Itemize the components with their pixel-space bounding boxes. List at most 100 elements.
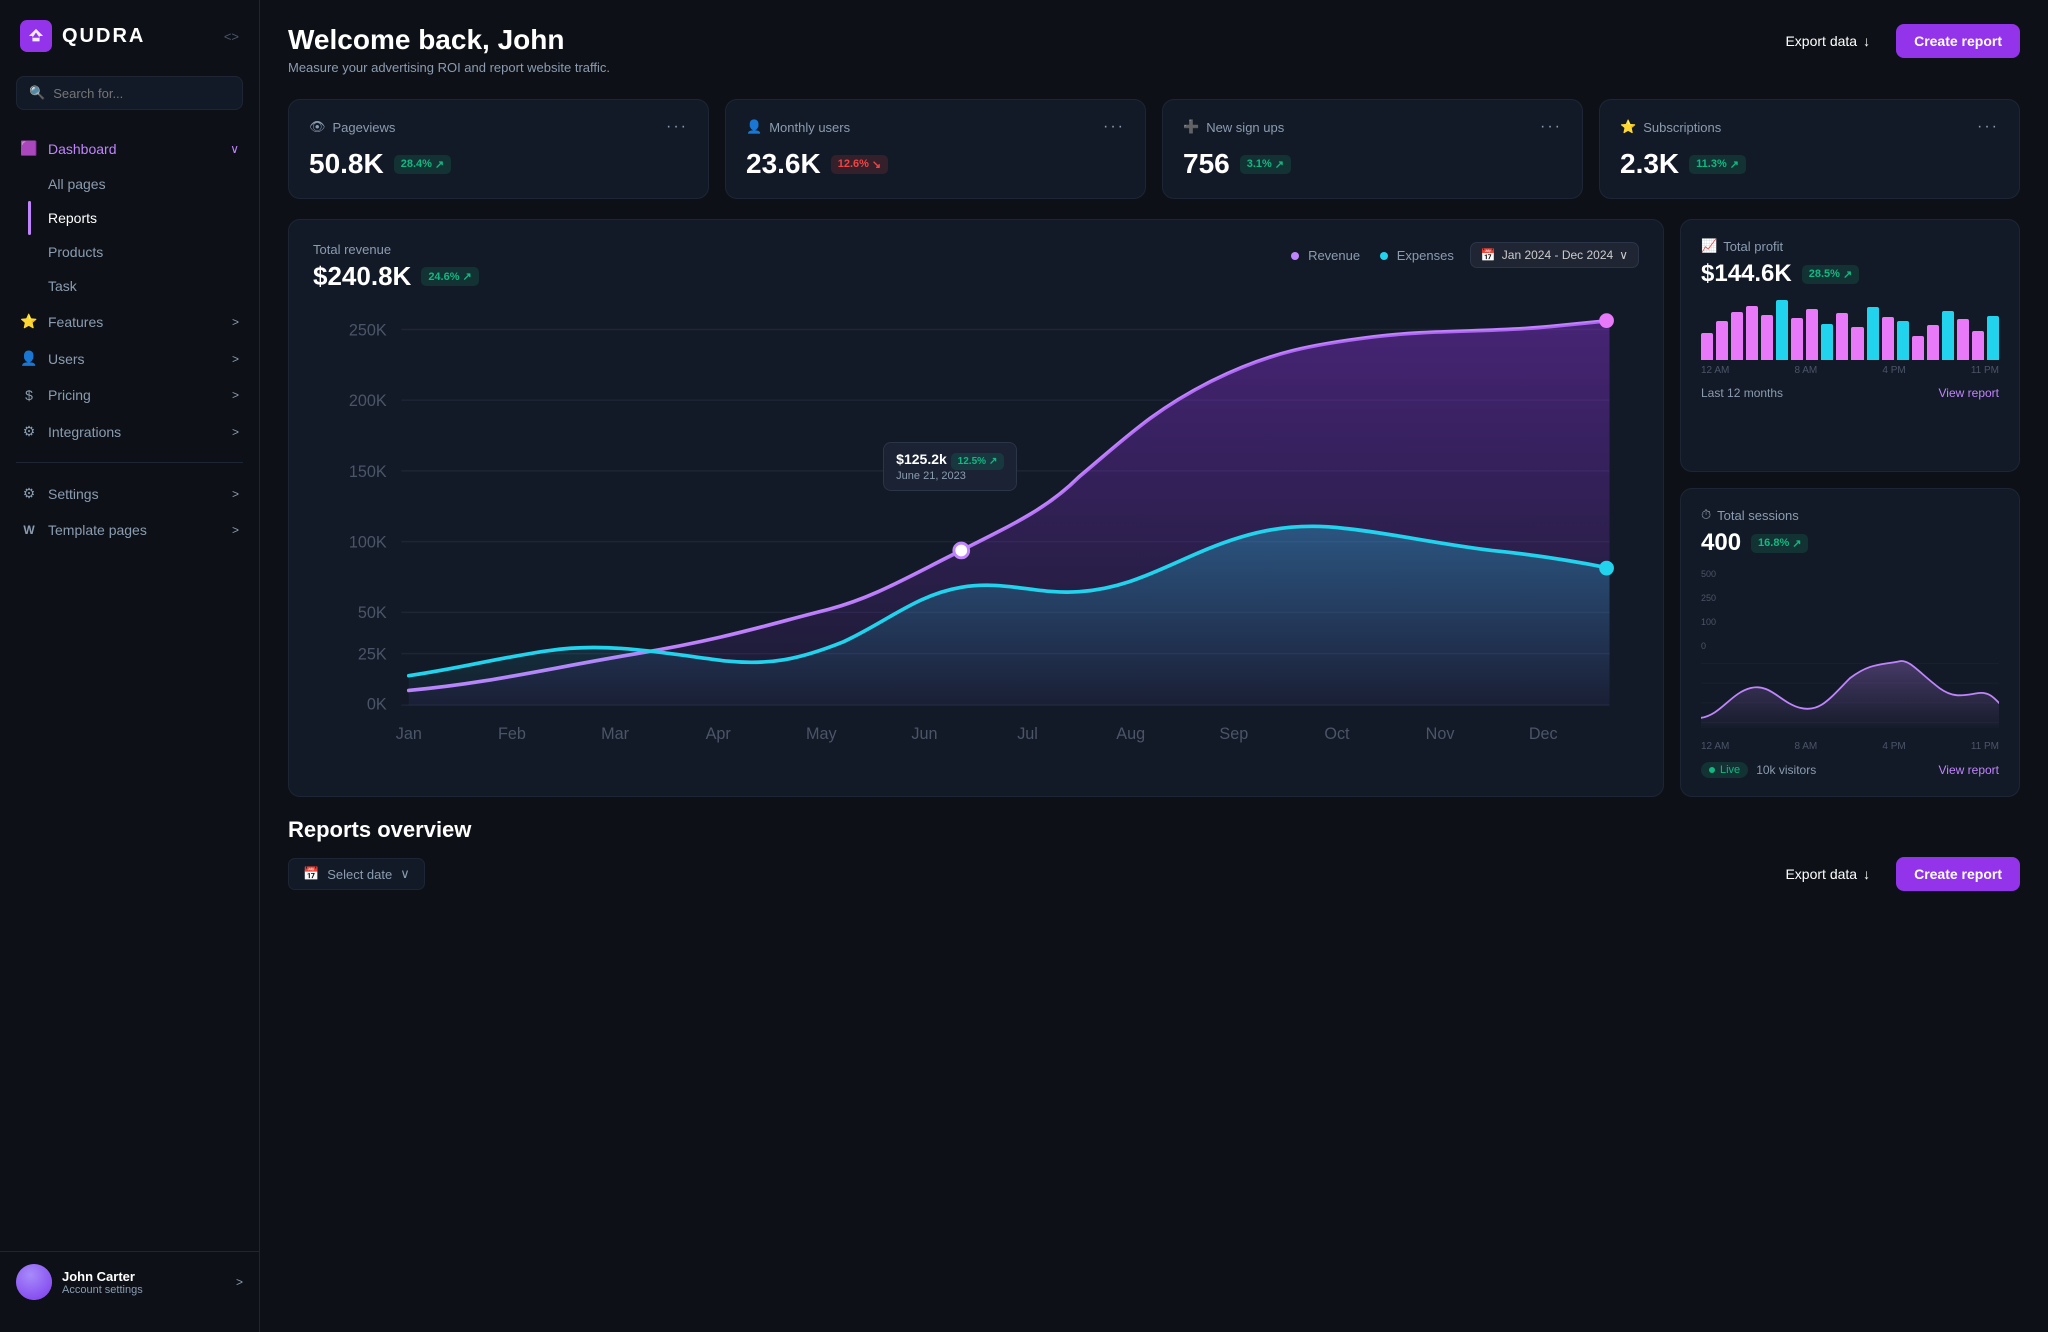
- svg-text:200K: 200K: [349, 392, 387, 410]
- svg-text:Sep: Sep: [1219, 725, 1248, 743]
- chart-controls: Revenue Expenses 📅 Jan 2024 - Dec 2024 ∨: [1291, 242, 1639, 268]
- sessions-chart-container: 500 250 100 0: [1701, 569, 1999, 736]
- legend-expenses: Expenses: [1380, 248, 1454, 263]
- profit-footer: Last 12 months View report: [1701, 386, 1999, 400]
- svg-text:Jul: Jul: [1017, 725, 1038, 743]
- metric-card-header: ⭐ Subscriptions ···: [1620, 118, 1999, 136]
- svg-text:Mar: Mar: [601, 725, 629, 743]
- profit-badge: 28.5% ↗: [1802, 265, 1859, 284]
- live-status: Live 10k visitors: [1701, 762, 1816, 778]
- sessions-icon: ⏱: [1701, 507, 1711, 523]
- sessions-badge: 16.8% ↗: [1751, 534, 1808, 553]
- metric-value: 50.8K 28.4% ↗: [309, 148, 688, 180]
- view-report-link[interactable]: View report: [1939, 386, 1999, 400]
- header-text: Welcome back, John Measure your advertis…: [288, 24, 610, 75]
- select-date-button[interactable]: 📅 Select date ∨: [288, 858, 425, 890]
- bar: [1791, 318, 1803, 360]
- nav-chevrons-icon[interactable]: <>: [224, 29, 239, 44]
- metric-title: 👁 Pageviews: [309, 119, 395, 135]
- sidebar-subitem-label: Task: [48, 278, 77, 294]
- metric-menu-button[interactable]: ···: [1977, 118, 1999, 136]
- sidebar-item-task[interactable]: Task: [0, 269, 259, 303]
- sidebar-item-dashboard[interactable]: 🟪 Dashboard ∨: [0, 130, 259, 167]
- sidebar-item-all-pages[interactable]: All pages: [0, 167, 259, 201]
- settings-icon: ⚙: [20, 485, 38, 502]
- metric-menu-button[interactable]: ···: [666, 118, 688, 136]
- metric-menu-button[interactable]: ···: [1540, 118, 1562, 136]
- metric-badge: 3.1% ↗: [1240, 155, 1291, 174]
- bar: [1746, 306, 1758, 360]
- sessions-svg: [1701, 653, 1999, 733]
- sidebar-item-template-pages[interactable]: W Template pages >: [0, 512, 259, 548]
- sidebar-item-products[interactable]: Products: [0, 235, 259, 269]
- export-data-button[interactable]: Export data ↓: [1771, 25, 1884, 57]
- date-range-button[interactable]: 📅 Jan 2024 - Dec 2024 ∨: [1470, 242, 1639, 268]
- sidebar-subitem-label: All pages: [48, 176, 106, 192]
- download-icon: ↓: [1863, 866, 1870, 882]
- sidebar-item-integrations[interactable]: ⚙ Integrations >: [0, 413, 259, 450]
- tooltip-point: [954, 543, 969, 558]
- metric-card-header: 👤 Monthly users ···: [746, 118, 1125, 136]
- sessions-y-labels: 500 250 100 0: [1701, 569, 1999, 651]
- nav-section: 🟪 Dashboard ∨ All pages Reports Products…: [0, 130, 259, 1251]
- metric-value: 756 3.1% ↗: [1183, 148, 1562, 180]
- sidebar-item-features[interactable]: ⭐ Features >: [0, 303, 259, 340]
- sidebar-item-settings[interactable]: ⚙ Settings >: [0, 475, 259, 512]
- features-icon: ⭐: [20, 313, 38, 330]
- y-labels-col: 500 250 100 0: [1701, 569, 1716, 651]
- right-charts: 📈 Total profit $144.6K 28.5% ↗: [1680, 219, 2020, 797]
- logo[interactable]: QUDRA <>: [0, 20, 259, 76]
- user-name: John Carter: [62, 1269, 226, 1284]
- sidebar-item-users[interactable]: 👤 Users >: [0, 340, 259, 377]
- search-box[interactable]: 🔍: [16, 76, 243, 110]
- total-sessions-card: ⏱ Total sessions 400 16.8% ↗ 500 250: [1680, 488, 2020, 797]
- reports-export-button[interactable]: Export data ↓: [1771, 858, 1884, 890]
- metric-badge: 28.4% ↗: [394, 155, 451, 174]
- sidebar-item-pricing[interactable]: $ Pricing >: [0, 377, 259, 413]
- metric-card-new-signups: ➕ New sign ups ··· 756 3.1% ↗: [1162, 99, 1583, 199]
- date-range-label: Jan 2024 - Dec 2024: [1502, 248, 1613, 262]
- metric-menu-button[interactable]: ···: [1103, 118, 1125, 136]
- users-icon: 👤: [746, 119, 762, 135]
- pricing-icon: $: [20, 387, 38, 403]
- svg-text:Apr: Apr: [706, 725, 732, 743]
- search-input[interactable]: [53, 86, 230, 101]
- profit-icon: 📈: [1701, 238, 1717, 254]
- user-menu[interactable]: John Carter Account settings >: [0, 1251, 259, 1312]
- total-profit-value: $144.6K 28.5% ↗: [1701, 260, 1999, 288]
- svg-text:Aug: Aug: [1116, 725, 1145, 743]
- chevron-down-icon: ∨: [230, 142, 239, 156]
- footer-label: Last 12 months: [1701, 386, 1783, 400]
- sidebar-subitem-label: Reports: [48, 210, 97, 226]
- main-content: Welcome back, John Measure your advertis…: [260, 0, 2048, 1332]
- view-report-sessions-link[interactable]: View report: [1939, 763, 1999, 777]
- reports-overview: Reports overview 📅 Select date ∨ Export …: [288, 817, 2020, 891]
- svg-text:100K: 100K: [349, 534, 387, 552]
- sidebar-item-reports[interactable]: Reports: [0, 201, 259, 235]
- revenue-chart-card: Total revenue $240.8K 24.6% ↗ Revenue: [288, 219, 1664, 797]
- bar: [1912, 336, 1924, 360]
- user-info: John Carter Account settings: [62, 1269, 226, 1296]
- bar: [1731, 312, 1743, 360]
- user-subtitle: Account settings: [62, 1284, 226, 1296]
- page-subtitle: Measure your advertising ROI and report …: [288, 60, 610, 75]
- create-report-button[interactable]: Create report: [1896, 24, 2020, 58]
- metric-badge: 12.6% ↘: [831, 155, 888, 174]
- svg-text:150K: 150K: [349, 463, 387, 481]
- svg-text:Oct: Oct: [1324, 725, 1350, 743]
- total-sessions-title: ⏱ Total sessions: [1701, 507, 1999, 523]
- bar: [1776, 300, 1788, 360]
- select-date-label: Select date: [327, 867, 392, 882]
- total-sessions-value: 400 16.8% ↗: [1701, 529, 1999, 557]
- profit-bar-chart: [1701, 300, 1999, 360]
- reports-toolbar: 📅 Select date ∨ Export data ↓ Create rep…: [288, 857, 2020, 891]
- metric-cards: 👁 Pageviews ··· 50.8K 28.4% ↗ 👤 Monthly …: [288, 99, 2020, 199]
- legend-revenue: Revenue: [1291, 248, 1360, 263]
- chevron-right-icon: >: [232, 352, 239, 366]
- metric-card-header: ➕ New sign ups ···: [1183, 118, 1562, 136]
- reports-create-button[interactable]: Create report: [1896, 857, 2020, 891]
- search-icon: 🔍: [29, 85, 45, 101]
- charts-row: Total revenue $240.8K 24.6% ↗ Revenue: [288, 219, 2020, 797]
- export-label: Export data: [1785, 866, 1857, 882]
- chart-header: Total revenue $240.8K 24.6% ↗ Revenue: [313, 242, 1639, 292]
